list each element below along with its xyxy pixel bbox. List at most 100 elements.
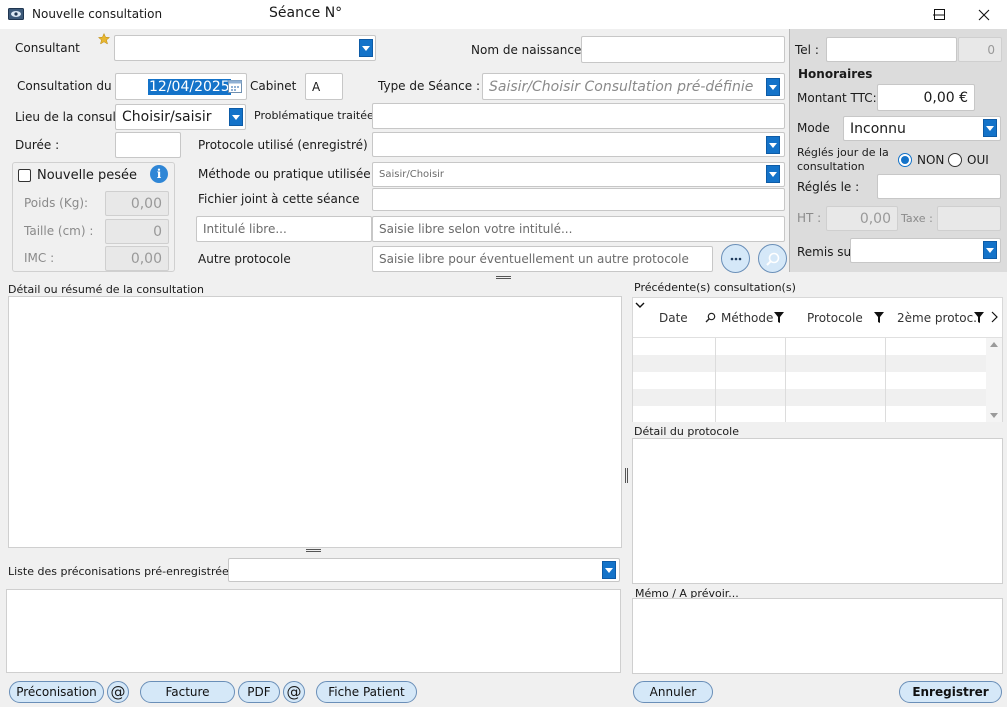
preconisations-dropdown-button[interactable]	[602, 561, 616, 579]
ht-input: 0,00	[826, 206, 898, 231]
pdf-button[interactable]: PDF	[238, 681, 280, 703]
mode-dropdown-button[interactable]	[983, 119, 997, 137]
col-date[interactable]: Date	[659, 311, 688, 325]
close-button[interactable]	[961, 0, 1007, 29]
more-options-button[interactable]	[721, 244, 750, 273]
cabinet-input[interactable]: A	[305, 73, 343, 100]
duree-input[interactable]	[115, 132, 181, 158]
detail-consultation-label: Détail ou résumé de la consultation	[8, 283, 205, 296]
poids-label: Poids (Kg):	[24, 196, 89, 210]
lieu-dropdown-button[interactable]	[229, 108, 243, 126]
protocole-dropdown-button[interactable]	[766, 136, 780, 154]
saisie-libre-input[interactable]: Saisie libre selon votre intitulé...	[372, 216, 785, 242]
filter-icon[interactable]	[774, 312, 784, 326]
annuler-button[interactable]: Annuler	[633, 681, 713, 703]
maximize-button[interactable]	[916, 0, 962, 29]
filter-icon[interactable]	[874, 312, 884, 326]
vertical-splitter[interactable]	[625, 468, 628, 483]
taxe-label: Taxe :	[901, 212, 933, 225]
imc-input: 0,00	[105, 246, 169, 271]
preconisation-button[interactable]: Préconisation	[9, 681, 104, 703]
regles-le-input[interactable]	[877, 174, 1001, 199]
autre-protocole-label: Autre protocole	[198, 252, 291, 266]
ht-label: HT :	[797, 211, 822, 225]
nouvelle-pesee-label: Nouvelle pesée	[37, 168, 137, 183]
seance-number-label: Séance N°	[269, 5, 343, 21]
methode-select[interactable]: Saisir/Choisir	[372, 162, 785, 187]
expand-icon[interactable]	[635, 298, 645, 312]
at-icon: @	[110, 682, 126, 701]
type-seance-select[interactable]: Saisir/Choisir Consultation pré-définie	[482, 73, 785, 100]
oui-label: OUI	[967, 153, 989, 167]
regles-jour-label: Réglés jour de la consultation	[797, 146, 889, 173]
problematique-input[interactable]	[372, 103, 785, 129]
enregistrer-button[interactable]: Enregistrer	[899, 681, 1002, 703]
precedentes-label: Précédente(s) consultation(s)	[634, 281, 796, 294]
autre-protocole-input[interactable]: Saisie libre pour éventuellement un autr…	[372, 246, 713, 272]
type-seance-dropdown-button[interactable]	[766, 78, 780, 96]
grid-scrollbar[interactable]	[986, 338, 1002, 422]
fichier-label: Fichier joint à cette séance	[198, 192, 360, 206]
grid-rows	[633, 338, 986, 422]
tel-count-field: 0	[958, 37, 1002, 62]
detail-protocole-textarea[interactable]	[632, 438, 1003, 584]
duree-label: Durée :	[15, 138, 60, 152]
nouvelle-pesee-checkbox[interactable]	[18, 169, 31, 182]
calendar-icon[interactable]	[228, 79, 242, 96]
non-label: NON	[917, 153, 945, 167]
type-seance-label: Type de Séance :	[378, 79, 480, 93]
tel-input[interactable]	[826, 37, 957, 62]
consultant-dropdown-button[interactable]	[359, 39, 373, 57]
date-value: 12/04/2025	[148, 78, 231, 95]
search-icon[interactable]	[705, 312, 716, 326]
email-pdf-button[interactable]: @	[283, 681, 305, 703]
horizontal-splitter-left[interactable]	[306, 549, 321, 552]
remis-dropdown-button[interactable]	[983, 241, 997, 259]
taille-input[interactable]: 0	[105, 219, 169, 244]
consultant-label: Consultant	[15, 41, 80, 55]
search-icon	[765, 252, 779, 266]
preconisations-textarea[interactable]	[6, 589, 621, 673]
consultant-select[interactable]	[114, 35, 376, 61]
fiche-patient-button[interactable]: Fiche Patient	[316, 681, 417, 703]
regles-non-radio[interactable]	[898, 153, 912, 167]
mode-select[interactable]: Inconnu	[843, 116, 1001, 141]
detail-protocole-label: Détail du protocole	[634, 425, 739, 438]
montant-input[interactable]: 0,00 €	[877, 84, 975, 111]
memo-textarea[interactable]	[632, 598, 1003, 674]
title-bar: Nouvelle consultation Séance N°	[0, 0, 1007, 29]
at-icon: @	[286, 682, 302, 701]
taxe-input	[937, 206, 1001, 231]
horizontal-splitter-top[interactable]	[496, 276, 511, 279]
fichier-input[interactable]	[372, 188, 785, 211]
cabinet-label: Cabinet	[250, 79, 297, 93]
col-2eme-protocole[interactable]: 2ème protoc.	[897, 311, 977, 325]
intitule-libre-input[interactable]: Intitulé libre...	[196, 216, 372, 242]
methode-dropdown-button[interactable]	[766, 165, 780, 183]
consultation-window: Nouvelle consultation Séance N° Consulta…	[0, 0, 1007, 707]
scroll-right-icon[interactable]	[990, 311, 998, 326]
app-icon	[8, 8, 24, 20]
email-preconisation-button[interactable]: @	[107, 681, 129, 703]
info-icon[interactable]: i	[150, 165, 168, 183]
col-methode[interactable]: Méthode	[721, 311, 773, 325]
preconisations-select[interactable]	[228, 558, 620, 582]
nom-naissance-input[interactable]	[581, 36, 785, 63]
nom-naissance-label: Nom de naissance	[471, 43, 582, 57]
detail-consultation-textarea[interactable]	[8, 296, 622, 548]
col-protocole[interactable]: Protocole	[807, 311, 863, 325]
lieu-select[interactable]: Choisir/saisir	[115, 104, 246, 130]
consultation-du-label: Consultation du	[17, 79, 112, 93]
facture-button[interactable]: Facture	[140, 681, 235, 703]
poids-input[interactable]: 0,00	[105, 191, 169, 216]
preconisations-label: Liste des préconisations pré-enregistrée…	[8, 565, 235, 578]
methode-label: Méthode ou pratique utilisée	[198, 167, 371, 181]
regles-oui-radio[interactable]	[948, 153, 962, 167]
protocole-select[interactable]	[372, 132, 785, 157]
protocole-label: Protocole utilisé (enregistré)	[198, 138, 368, 152]
remis-select[interactable]	[850, 238, 1001, 263]
search-protocole-button[interactable]	[758, 244, 787, 273]
filter-icon[interactable]	[974, 312, 984, 326]
star-icon	[97, 32, 111, 48]
precedentes-grid[interactable]: Date Méthode Protocole 2ème protoc.	[632, 297, 1003, 422]
